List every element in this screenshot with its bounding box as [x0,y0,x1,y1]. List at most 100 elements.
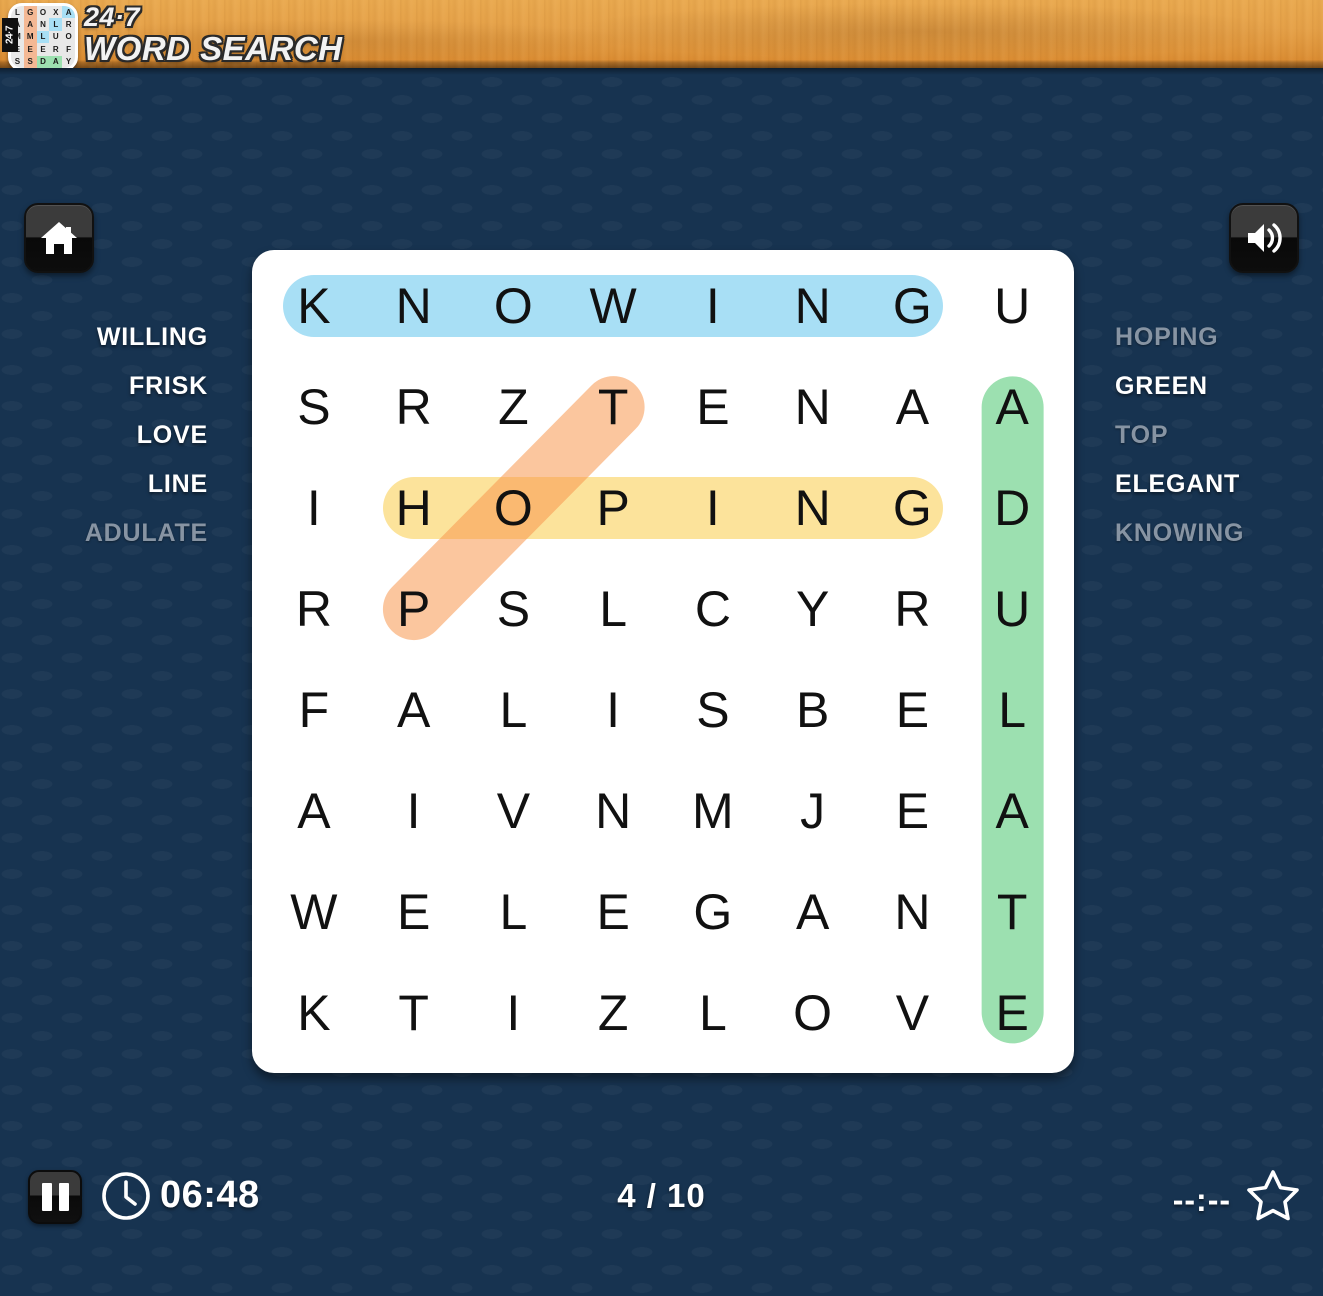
logo-cell: A [23,18,37,31]
grid-cell-r4c7[interactable]: L [962,660,1062,761]
grid-cell-r6c4[interactable]: G [663,861,763,962]
grid-cell-r4c2[interactable]: L [464,660,564,761]
logo-cell: L [14,7,20,17]
grid-cell-r4c0[interactable]: F [264,660,364,761]
puzzle-board[interactable]: KNOWINGUSRZTENAAIHOPINGDRPSLCYRUFALISBEL… [252,250,1074,1073]
grid-cell-r4c6[interactable]: E [863,660,963,761]
logo-cell: E [23,43,37,56]
grid-cell-r1c4[interactable]: E [663,357,763,458]
logo-cell: L [36,30,50,44]
star-icon[interactable] [1245,1168,1301,1224]
logo-cell: Y [65,57,72,67]
grid-cell-r6c7[interactable]: T [962,861,1062,962]
logo-cell: D [36,55,50,68]
grid-cell-r0c6[interactable]: G [863,256,963,357]
logo-cell: M [23,30,37,44]
grid-cell-r2c4[interactable]: I [663,458,763,559]
app-logo[interactable]: LGOXAAANLRMMLUOEEERFSSDAY [8,3,78,68]
grid-cell-r3c3[interactable]: L [563,559,663,660]
logo-cell: U [52,32,59,42]
grid-cell-r6c6[interactable]: N [863,861,963,962]
grid-cell-r2c2[interactable]: O [464,458,564,559]
grid-cell-r5c3[interactable]: N [563,760,663,861]
grid-cell-r6c0[interactable]: W [264,861,364,962]
word-list-item-willing: WILLING [96,323,208,351]
word-list-item-line: LINE [147,470,208,498]
grid-cell-r7c6[interactable]: V [863,962,963,1063]
grid-cell-r5c0[interactable]: A [264,760,364,861]
grid-cell-r6c1[interactable]: E [364,861,464,962]
grid-cell-r3c1[interactable]: P [364,559,464,660]
logo-cell: O [65,32,72,42]
grid-cell-r2c3[interactable]: P [563,458,663,559]
grid-cell-r2c6[interactable]: G [863,458,963,559]
grid-cell-r2c7[interactable]: D [962,458,1062,559]
grid-cell-r5c5[interactable]: J [763,760,863,861]
logo-cell: G [23,6,37,19]
grid-cell-r5c4[interactable]: M [663,760,763,861]
grid-cell-r4c5[interactable]: B [763,660,863,761]
sound-button[interactable] [1229,203,1299,273]
grid-cell-r7c0[interactable]: K [264,962,364,1063]
grid-cell-r0c1[interactable]: N [364,256,464,357]
grid-cell-r0c3[interactable]: W [563,256,663,357]
grid-cell-r5c2[interactable]: V [464,760,564,861]
grid-cell-r5c6[interactable]: E [863,760,963,861]
word-list-item-top: TOP [1115,421,1169,449]
logo-cell: S [14,57,21,67]
logo-cell: A [49,55,63,68]
speaker-icon [1248,223,1282,253]
grid-cell-r5c1[interactable]: I [364,760,464,861]
grid-cell-r0c4[interactable]: I [663,256,763,357]
bottom-bar: 06:48 4 / 10 --:-- [0,1136,1323,1296]
word-list-item-elegant: ELEGANT [1115,470,1241,498]
logo-cell: F [66,44,72,54]
best-time-display: --:-- [1172,1182,1231,1218]
logo-cell: E [40,44,46,54]
grid-cell-r1c0[interactable]: S [264,357,364,458]
grid-cell-r6c2[interactable]: L [464,861,564,962]
grid-cell-r4c1[interactable]: A [364,660,464,761]
grid-cell-r1c7[interactable]: A [962,357,1062,458]
grid-cell-r4c3[interactable]: I [563,660,663,761]
letter-grid[interactable]: KNOWINGUSRZTENAAIHOPINGDRPSLCYRUFALISBEL… [252,250,1074,1073]
grid-cell-r0c5[interactable]: N [763,256,863,357]
grid-cell-r5c7[interactable]: A [962,760,1062,861]
word-list-item-green: GREEN [1115,372,1208,400]
grid-cell-r3c6[interactable]: R [863,559,963,660]
grid-cell-r3c2[interactable]: S [464,559,564,660]
grid-cell-r2c5[interactable]: N [763,458,863,559]
grid-cell-r2c0[interactable]: I [264,458,364,559]
grid-cell-r1c3[interactable]: T [563,357,663,458]
grid-cell-r1c6[interactable]: A [863,357,963,458]
header-shadow [0,68,1323,75]
grid-cell-r7c3[interactable]: Z [563,962,663,1063]
grid-cell-r7c1[interactable]: T [364,962,464,1063]
grid-cell-r6c3[interactable]: E [563,861,663,962]
logo-cell: X [53,7,59,17]
grid-cell-r1c5[interactable]: N [763,357,863,458]
grid-cell-r7c5[interactable]: O [763,962,863,1063]
grid-cell-r7c7[interactable]: E [962,962,1062,1063]
grid-cell-r3c7[interactable]: U [962,559,1062,660]
brand-line-1: 24·7 [84,2,141,32]
grid-cell-r4c4[interactable]: S [663,660,763,761]
word-list-item-knowing: KNOWING [1115,519,1245,547]
word-list-item-hoping: HOPING [1115,323,1219,351]
grid-cell-r6c5[interactable]: A [763,861,863,962]
grid-cell-r0c0[interactable]: K [264,256,364,357]
grid-cell-r2c1[interactable]: H [364,458,464,559]
word-list-item-adulate: ADULATE [84,519,208,547]
grid-cell-r0c7[interactable]: U [962,256,1062,357]
grid-cell-r7c4[interactable]: L [663,962,763,1063]
grid-cell-r3c4[interactable]: C [663,559,763,660]
grid-cell-r1c1[interactable]: R [364,357,464,458]
brand-line-2: WORD SEARCH [84,30,343,67]
grid-cell-r0c2[interactable]: O [464,256,564,357]
word-list-item-love: LOVE [136,421,208,449]
grid-cell-r3c0[interactable]: R [264,559,364,660]
grid-cell-r3c5[interactable]: Y [763,559,863,660]
home-button[interactable] [24,203,94,273]
grid-cell-r7c2[interactable]: I [464,962,564,1063]
grid-cell-r1c2[interactable]: Z [464,357,564,458]
